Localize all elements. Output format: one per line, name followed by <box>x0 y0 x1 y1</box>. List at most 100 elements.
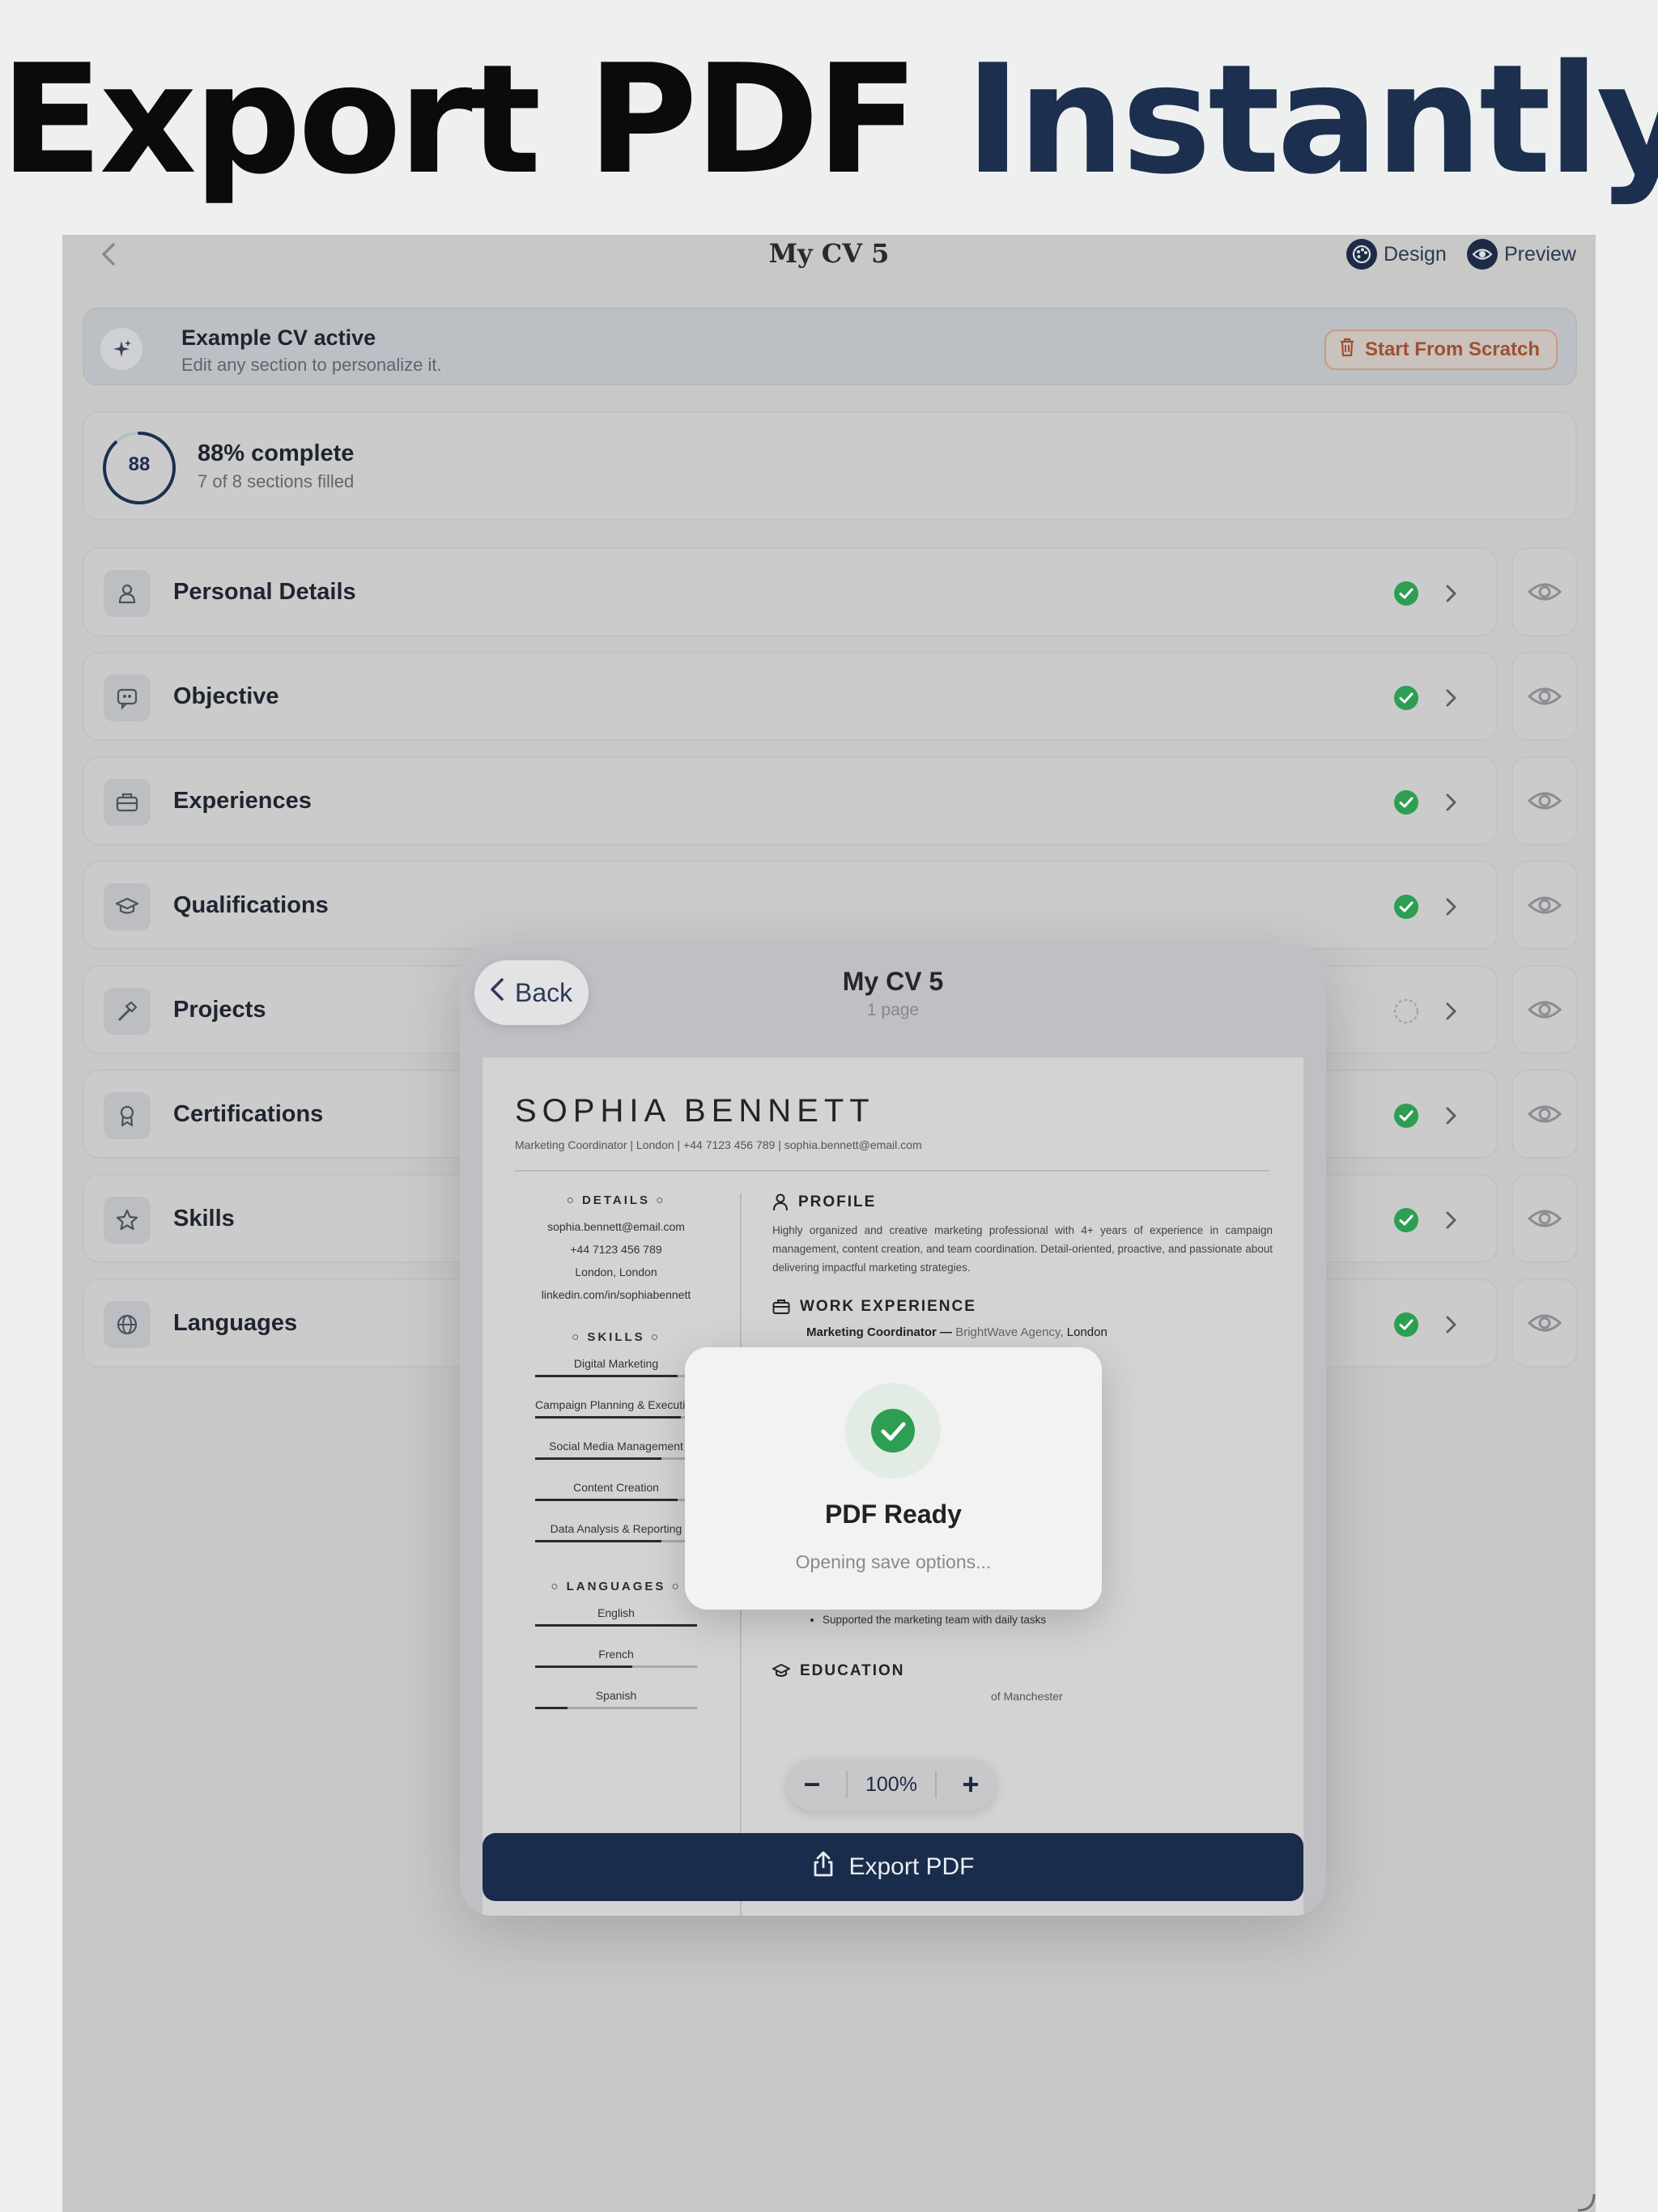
eye-icon <box>1527 1314 1562 1332</box>
palette-icon <box>1346 239 1377 270</box>
language-name: French <box>598 1648 634 1661</box>
app-screen: My CV 5 Design Preview Example CV active… <box>62 235 1596 2212</box>
person-icon <box>104 570 151 617</box>
section-preview-toggle[interactable] <box>1511 965 1578 1054</box>
sheet-title: My CV 5 <box>842 967 944 996</box>
headline-text: Export PDF <box>0 32 919 207</box>
section-label: Skills <box>173 1206 235 1231</box>
skill-level-fill <box>535 1416 681 1419</box>
section-row-objective[interactable]: Objective <box>83 652 1498 741</box>
section-preview-toggle[interactable] <box>1511 861 1578 950</box>
cv-name: SOPHIA BENNETT <box>515 1093 875 1129</box>
section-row-experiences[interactable]: Experiences <box>83 756 1498 845</box>
section-label: Experiences <box>173 788 312 814</box>
progress-subtitle: 7 of 8 sections filled <box>198 471 355 491</box>
language-item: Spanish <box>535 1684 697 1712</box>
sparkle-icon <box>100 328 142 370</box>
detail-item: sophia.bennett@email.com <box>547 1220 685 1233</box>
work-heading: WORK EXPERIENCE <box>772 1298 1273 1316</box>
graduation-cap-icon <box>104 883 151 930</box>
check-circle-icon <box>1394 1104 1418 1128</box>
skill-level-bar <box>535 1416 697 1419</box>
quote-bubble-icon <box>104 674 151 721</box>
zoom-control: − 100% + <box>787 1759 996 1810</box>
export-pdf-button[interactable]: Export PDF <box>483 1833 1303 1901</box>
design-button[interactable]: Design <box>1346 238 1447 270</box>
detail-item: linkedin.com/in/sophiabennett <box>541 1288 691 1301</box>
skill-level-fill <box>535 1457 661 1460</box>
page-count: 1 page <box>866 1001 920 1019</box>
divider <box>515 1170 1269 1172</box>
success-halo <box>845 1383 941 1478</box>
eye-icon <box>1527 583 1562 601</box>
job-line: Marketing Coordinator — BrightWave Agenc… <box>806 1325 1107 1339</box>
chevron-right-icon <box>1446 1107 1456 1125</box>
bullet-item: Supported the marketing team with daily … <box>823 1610 1273 1630</box>
check-circle-icon <box>1394 895 1418 919</box>
zoom-in-button[interactable]: + <box>954 1767 987 1802</box>
start-from-scratch-label: Start From Scratch <box>1364 338 1540 360</box>
section-label: Certifications <box>173 1101 324 1127</box>
section-row-personal-details[interactable]: Personal Details <box>83 547 1498 636</box>
skill-level-bar <box>535 1499 697 1501</box>
checkmark-circle-icon <box>871 1409 915 1453</box>
banner-subtitle: Edit any section to personalize it. <box>181 355 442 375</box>
award-ribbon-icon <box>104 1092 151 1139</box>
language-level-bar <box>535 1624 697 1627</box>
zoom-out-button[interactable]: − <box>796 1767 828 1802</box>
section-preview-toggle[interactable] <box>1511 1278 1578 1368</box>
check-circle-icon <box>1394 1312 1418 1337</box>
eye-icon <box>1527 792 1562 810</box>
language-level-fill <box>535 1624 697 1627</box>
section-row-qualifications[interactable]: Qualifications <box>83 861 1498 950</box>
skills-heading: ○ SKILLS ○ <box>572 1330 661 1344</box>
language-name: Spanish <box>595 1689 637 1702</box>
skill-item: Campaign Planning & Execution <box>535 1393 698 1422</box>
completion-card: 88 88% complete 7 of 8 sections filled <box>83 411 1577 521</box>
section-preview-toggle[interactable] <box>1511 652 1578 741</box>
eye-icon <box>1527 1210 1562 1227</box>
section-label: Languages <box>173 1310 298 1336</box>
banner-title: Example CV active <box>181 325 376 350</box>
start-from-scratch-button[interactable]: Start From Scratch <box>1324 330 1558 370</box>
section-preview-toggle[interactable] <box>1511 1070 1578 1159</box>
chevron-right-icon <box>1446 1211 1456 1229</box>
progress-number: 88 <box>128 453 151 475</box>
pdf-ready-toast: PDF Ready Opening save options... <box>685 1347 1102 1610</box>
skill-item: Digital Marketing <box>535 1352 697 1380</box>
language-level-fill <box>535 1707 568 1709</box>
briefcase-icon <box>772 1300 790 1314</box>
skill-item: Content Creation <box>535 1476 697 1504</box>
example-cv-banner: Example CV active Edit any section to pe… <box>83 308 1577 385</box>
details-list: sophia.bennett@email.com +44 7123 456 789… <box>515 1215 717 1306</box>
language-item: French <box>535 1643 697 1671</box>
section-preview-toggle[interactable] <box>1511 547 1578 636</box>
skill-item: Data Analysis & Reporting <box>535 1517 697 1546</box>
skill-level-fill <box>535 1540 661 1542</box>
chevron-right-icon <box>1446 689 1456 707</box>
language-level-fill <box>535 1665 632 1668</box>
education-line: of Manchester <box>991 1690 1063 1703</box>
language-name: English <box>597 1606 635 1619</box>
skill-level-fill <box>535 1375 678 1377</box>
detail-item: London, London <box>575 1266 657 1278</box>
top-bar: My CV 5 Design Preview <box>62 235 1596 275</box>
hammer-icon <box>104 988 151 1035</box>
skill-name: Data Analysis & Reporting <box>550 1522 682 1535</box>
chevron-right-icon <box>1446 898 1456 916</box>
check-circle-icon <box>1394 790 1418 815</box>
export-pdf-label: Export PDF <box>848 1853 975 1880</box>
preview-button[interactable]: Preview <box>1467 238 1576 270</box>
skill-item: Social Media Management <box>535 1435 697 1463</box>
graduation-cap-icon <box>772 1664 790 1677</box>
zoom-level: 100% <box>865 1772 917 1796</box>
chevron-right-icon <box>1446 1002 1456 1020</box>
section-preview-toggle[interactable] <box>1511 1174 1578 1263</box>
skill-level-bar <box>535 1375 697 1377</box>
section-preview-toggle[interactable] <box>1511 756 1578 845</box>
cv-contact-line: Marketing Coordinator | London | +44 712… <box>515 1138 922 1151</box>
section-label: Personal Details <box>173 579 356 605</box>
chevron-right-icon <box>1446 1316 1456 1334</box>
profile-text: Highly organized and creative marketing … <box>772 1224 1273 1274</box>
detail-item: +44 7123 456 789 <box>570 1243 662 1256</box>
